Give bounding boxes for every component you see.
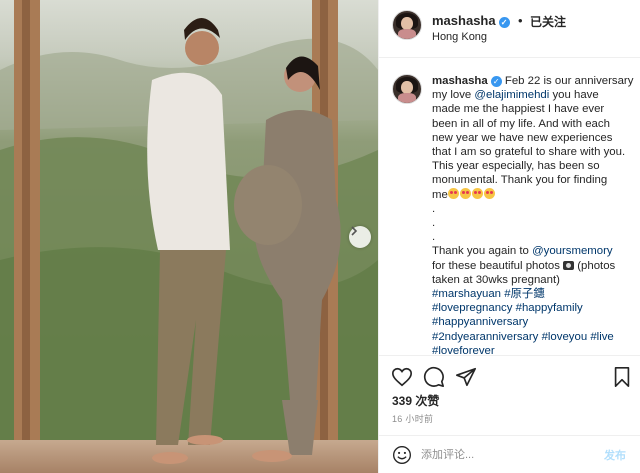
caption-line: new year we have new experiences [432,131,632,145]
caption-avatar[interactable] [392,74,422,104]
caption-line: Thank you again to @yoursmemory [432,244,632,258]
hashtag-link[interactable]: #loveyou [542,331,588,343]
caption-line: my love @elajimimehdi you have [432,88,632,102]
caption-text-segment: my love [432,89,475,102]
caption-text-segment: . [432,202,436,215]
caption-text-segment: me [432,188,448,201]
caption-text-segment: taken at 30wks pregnant) [432,273,560,286]
caption-text-segment: Thank you again to [432,245,533,258]
heart-eyes-emoji-icon [471,187,483,199]
caption-line: mashasha ✓ Feb 22 is our anniversary [432,74,634,88]
caption-line: #lovepregnancy #happyfamily [432,301,632,315]
caption-line: #happyanniversary [432,315,632,329]
caption-line: made me the happiest I have ever [432,102,632,116]
smile-icon[interactable] [392,445,412,465]
post-side-panel: mashasha ✓ • 已关注 Hong Kong mashasha ✓ Feb … [378,0,640,473]
hashtag-link[interactable]: #lovepregnancy [432,302,512,314]
caption-text-segment: This year especially, has been so [432,160,600,173]
heart-eyes-emoji-icon [483,187,495,199]
caption-text-segment: . [432,217,436,230]
caption-line: #loveforever [432,344,632,355]
comment-form: 发布 [379,435,640,473]
caption-text-segment: (photos [574,259,616,272]
caption-line: #marshayuan #原子鏸 [432,287,632,301]
mention-link[interactable]: @elajimimehdi [474,89,549,101]
caption-line: . [432,216,632,230]
username-text[interactable]: mashasha [432,13,496,28]
caption-line: taken at 30wks pregnant) [432,273,632,287]
share-icon[interactable] [455,366,477,388]
caption-username-link[interactable]: mashasha [432,75,488,87]
hashtag-link[interactable]: #happyfamily [516,302,583,314]
post-comment-button[interactable]: 发布 [604,447,626,463]
caption-line: that I am so grateful to share with you. [432,145,632,159]
post-photo[interactable] [0,0,378,473]
caption-line: This year especially, has been so [432,159,632,173]
verified-badge-icon: ✓ [490,76,502,87]
post-header: mashasha ✓ • 已关注 Hong Kong [379,0,640,58]
mention-link[interactable]: @yoursmemory [532,245,613,257]
caption-line: been in all of my life. And with each [432,117,632,131]
caption-text-segment: made me the happiest I have ever [432,103,605,116]
caption-text-segment: you have [549,89,599,102]
caption-line: for these beautiful photos (photos [432,259,632,273]
caption-text-segment: . [432,231,436,244]
caption-area: mashasha ✓ Feb 22 is our anniversary my lo… [379,58,640,355]
photo-illustration [0,0,378,473]
next-photo-button[interactable] [349,226,371,248]
hashtag-link[interactable]: #live [590,331,613,343]
comment-icon[interactable] [423,366,445,388]
username-link[interactable]: mashasha ✓ [432,13,510,28]
caption-line: monumental. Thank you for finding [432,173,632,187]
hashtag-link[interactable]: #loveforever [432,345,495,355]
instagram-post: mashasha ✓ • 已关注 Hong Kong mashasha ✓ Feb … [0,0,640,473]
caption-line: #2ndyearanniversary #loveyou #live [432,330,632,344]
hashtag-link[interactable]: #原子鏸 [504,288,545,300]
caption-text-segment: that I am so grateful to share with you. [432,146,626,159]
heart-eyes-emoji-icon [447,187,459,199]
follow-status-button[interactable]: 已关注 [530,13,566,30]
location-link[interactable]: Hong Kong [432,31,487,43]
avatar[interactable] [392,10,422,40]
post-time[interactable]: 16 小时前 [392,412,433,425]
separator: • [518,13,523,28]
heart-icon[interactable] [391,366,413,388]
like-count[interactable]: 339 次赞 [392,392,439,409]
caption-text-segment: new year we have new experiences [432,131,613,144]
caption-text: mashasha ✓ Feb 22 is our anniversary my lo… [432,74,634,355]
caption-text-segment: for these beautiful photos [432,259,564,272]
verified-badge-icon: ✓ [498,17,510,28]
hashtag-link[interactable]: #2ndyearanniversary [432,331,538,343]
heart-eyes-emoji-icon [459,187,471,199]
action-bar: 339 次赞 16 小时前 [379,355,640,435]
caption-text-segment: monumental. Thank you for finding [432,174,608,187]
hashtag-link[interactable]: #happyanniversary [432,316,528,328]
comment-input[interactable] [421,446,591,464]
bookmark-icon[interactable] [611,366,633,388]
hashtag-link[interactable]: #marshayuan [432,288,501,300]
caption-line: me [432,187,632,202]
caption-text-segment: been in all of my life. And with each [432,117,610,130]
caption-line: . [432,230,632,244]
caption-line: . [432,202,632,216]
camera-emoji-icon [563,260,575,270]
chevron-right-icon [351,226,358,236]
caption-text-segment: Feb 22 is our anniversary [501,75,634,87]
